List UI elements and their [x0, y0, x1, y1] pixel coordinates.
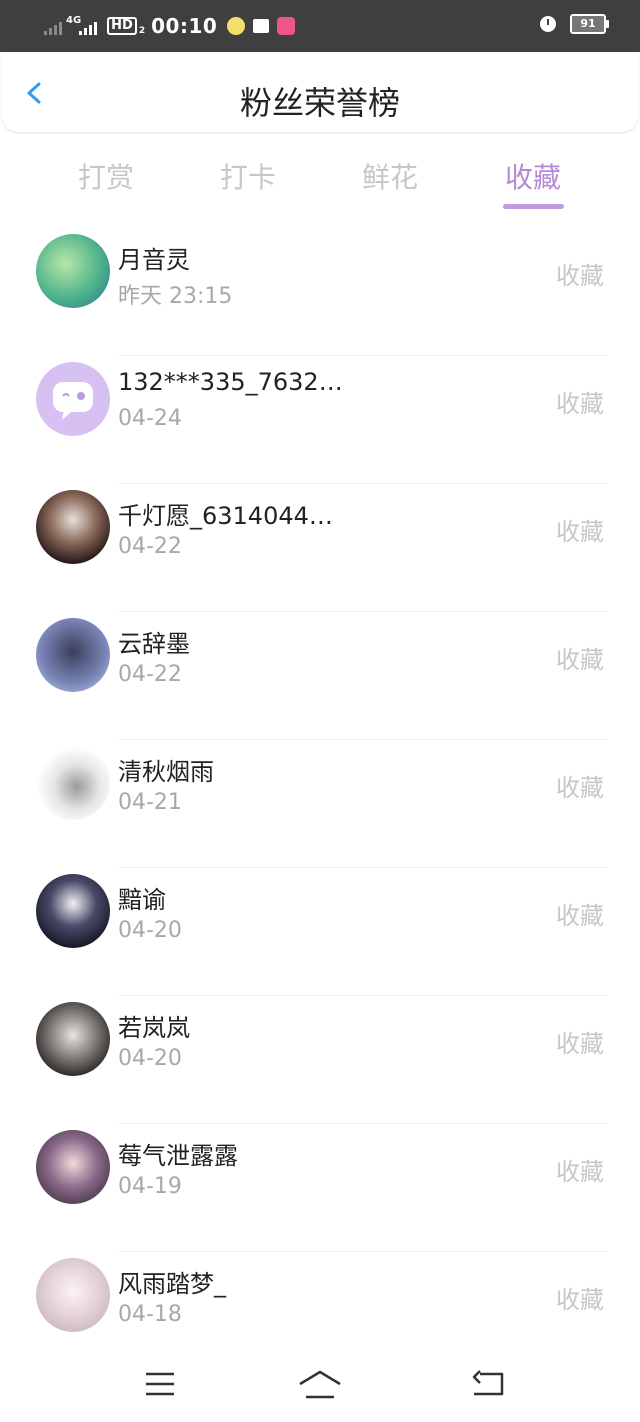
favorite-label: 收藏: [556, 262, 604, 290]
avatar: [36, 234, 110, 308]
fan-name: 132***335_7632…: [118, 368, 343, 396]
avatar: [36, 490, 110, 564]
favorite-label: 收藏: [556, 1030, 604, 1058]
fan-name: 若岚岚: [118, 1014, 190, 1042]
status-left: 4G HD 2 00:10: [44, 12, 303, 40]
chat-bubble-icon: [53, 382, 93, 420]
fan-name: 莓气泄露露: [118, 1142, 238, 1170]
fan-name: 黯谕: [118, 886, 166, 914]
favorite-label: 收藏: [556, 902, 604, 930]
top-bar: 粉丝荣誉榜: [2, 52, 638, 132]
list-item[interactable]: 千灯愿_6314044… 04-22 收藏: [0, 484, 640, 612]
favorite-label: 收藏: [556, 774, 604, 802]
tab-favorites[interactable]: 收藏: [483, 156, 583, 196]
fan-date: 04-20: [118, 1046, 182, 1071]
status-right: 91: [540, 14, 609, 34]
status-bar: 4G HD 2 00:10 91: [0, 0, 640, 52]
fan-date: 04-21: [118, 790, 182, 815]
avatar: [36, 1002, 110, 1076]
list-item[interactable]: 132***335_7632… 04-24 收藏: [0, 356, 640, 484]
network-type: 4G: [66, 14, 82, 26]
fan-name: 清秋烟雨: [118, 758, 214, 786]
page-title: 粉丝荣誉榜: [239, 84, 400, 122]
fan-date: 04-20: [118, 918, 182, 943]
signal-1-icon: [44, 17, 62, 35]
battery-icon: 91: [570, 14, 609, 34]
fan-date: 04-22: [118, 534, 182, 559]
avatar: [36, 1130, 110, 1204]
list-item[interactable]: 莓气泄露露 04-19 收藏: [0, 1124, 640, 1252]
fan-name: 千灯愿_6314044…: [118, 502, 333, 530]
list-item[interactable]: 若岚岚 04-20 收藏: [0, 996, 640, 1124]
tab-flowers[interactable]: 鲜花: [340, 156, 440, 196]
hd-badge: HD: [107, 17, 137, 35]
favorite-label: 收藏: [556, 646, 604, 674]
avatar: [36, 1258, 110, 1332]
book-icon: [253, 19, 270, 33]
avatar: [36, 874, 110, 948]
avatar: [36, 746, 110, 820]
app-notify-icon: [227, 17, 246, 35]
home-icon[interactable]: [298, 1370, 342, 1400]
signal-2-icon: [79, 17, 98, 35]
menu-icon[interactable]: [144, 1370, 176, 1398]
tab-checkin[interactable]: 打卡: [198, 156, 298, 196]
fan-name: 月音灵: [118, 246, 190, 274]
fan-date: 04-19: [118, 1174, 182, 1199]
fan-date: 04-24: [118, 406, 182, 431]
active-tab-indicator: [503, 204, 564, 209]
list-item[interactable]: 清秋烟雨 04-21 收藏: [0, 740, 640, 868]
fan-name: 云辞墨: [118, 630, 190, 658]
tab-bar: 打赏 打卡 鲜花 收藏: [0, 150, 640, 210]
alarm-icon: [540, 16, 556, 32]
hd-sub: 2: [138, 26, 146, 36]
fan-name: 风雨踏梦_: [118, 1270, 226, 1298]
list-item[interactable]: 黯谕 04-20 收藏: [0, 868, 640, 996]
list-item[interactable]: 月音灵 昨天 23:15 收藏: [0, 228, 640, 356]
favorite-label: 收藏: [556, 1286, 604, 1314]
app-badge-icon: [277, 17, 296, 35]
favorite-label: 收藏: [556, 390, 604, 418]
avatar: [36, 618, 110, 692]
system-nav-bar: [0, 1350, 640, 1422]
fan-date: 04-22: [118, 662, 182, 687]
back-icon[interactable]: [470, 1370, 506, 1398]
tab-reward[interactable]: 打赏: [56, 156, 156, 196]
fan-date: 04-18: [118, 1302, 182, 1327]
favorite-label: 收藏: [556, 1158, 604, 1186]
favorite-label: 收藏: [556, 518, 604, 546]
clock: 00:10: [151, 14, 218, 38]
avatar: [36, 362, 110, 436]
list-item[interactable]: 云辞墨 04-22 收藏: [0, 612, 640, 740]
fan-date: 昨天 23:15: [118, 284, 233, 309]
